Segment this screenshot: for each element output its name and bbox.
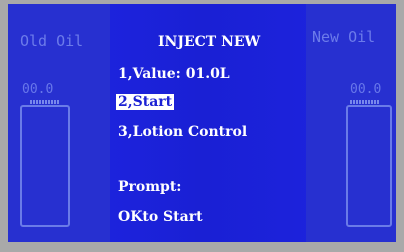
prompt-text: OKto Start bbox=[118, 209, 203, 225]
prompt-label: Prompt: bbox=[118, 179, 182, 195]
old-oil-panel: Old Oil 00.0 bbox=[8, 4, 110, 242]
menu-item-lotion-control[interactable]: 3,Lotion Control bbox=[118, 124, 247, 140]
new-oil-tank-cap bbox=[350, 100, 380, 104]
old-oil-tank-cap bbox=[30, 100, 60, 104]
menu-item-start[interactable]: 2,Start bbox=[116, 94, 175, 110]
old-oil-tank-icon bbox=[20, 105, 70, 227]
new-oil-panel: New Oil 00.0 bbox=[306, 4, 396, 242]
new-oil-title: New Oil bbox=[312, 28, 376, 46]
old-oil-title: Old Oil bbox=[20, 32, 84, 50]
new-oil-tank-icon bbox=[346, 105, 392, 227]
screen-title: INJECT NEW bbox=[158, 34, 261, 50]
old-oil-value: 00.0 bbox=[22, 82, 54, 97]
lcd-screen: Old Oil 00.0 New Oil 00.0 INJECT NEW 1,V… bbox=[8, 4, 396, 242]
new-oil-value: 00.0 bbox=[350, 82, 382, 97]
menu-item-value[interactable]: 1,Value: 01.0L bbox=[118, 66, 230, 82]
